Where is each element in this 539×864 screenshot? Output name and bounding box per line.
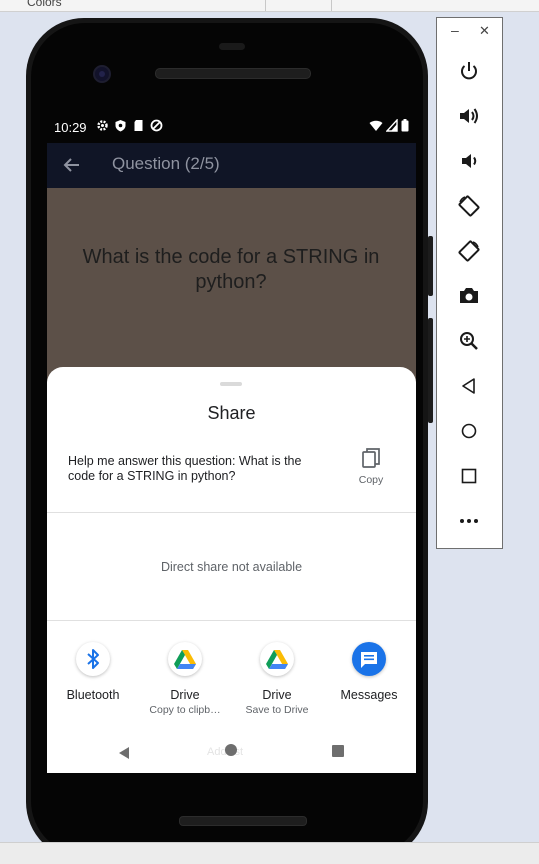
ide-top-strip: Colors: [0, 0, 539, 12]
ide-tab-label[interactable]: Colors: [27, 0, 62, 9]
camera-icon[interactable]: [457, 284, 481, 308]
zoom-icon[interactable]: [457, 329, 481, 353]
emulator-toolbar: – ✕: [436, 17, 503, 549]
status-time: 10:29: [54, 120, 87, 135]
battery-icon: [401, 119, 409, 137]
back-arrow-icon[interactable]: [61, 154, 83, 176]
bluetooth-icon: [76, 642, 110, 676]
front-camera-icon: [93, 65, 111, 83]
earpiece-speaker: [155, 68, 311, 79]
share-target-messages[interactable]: Messages: [323, 642, 415, 702]
ide-divider: [265, 0, 266, 11]
shared-text-preview: Help me answer this question: What is th…: [68, 454, 302, 483]
divider: [47, 512, 416, 513]
side-button: [428, 318, 433, 423]
shield-icon: [114, 119, 127, 132]
app-bar-title: Question (2/5): [112, 154, 220, 173]
android-emulator-device: 10:29 Question (2/5) What is the code fo…: [26, 18, 433, 860]
status-bar: 10:29: [47, 113, 416, 143]
ide-bottom-strip: [0, 842, 539, 864]
share-target-name: Bluetooth: [66, 688, 120, 702]
volume-down-icon[interactable]: [457, 149, 481, 173]
back-icon[interactable]: [457, 374, 481, 398]
signal-icon: [385, 118, 398, 137]
share-target-name: Messages: [340, 688, 398, 702]
home-icon[interactable]: [457, 419, 481, 443]
copy-button[interactable]: Copy: [350, 447, 392, 491]
share-target-name: Drive: [170, 688, 200, 702]
drag-handle[interactable]: [220, 382, 242, 386]
rotate-right-icon[interactable]: [457, 239, 481, 263]
settings-gear-icon: [96, 119, 109, 132]
bottom-speaker: [179, 816, 307, 826]
divider: [47, 620, 416, 621]
sd-card-icon: [132, 119, 145, 132]
side-button: [428, 236, 433, 296]
power-icon[interactable]: [457, 59, 481, 83]
share-target-drive-copy[interactable]: Drive Copy to clipb…: [139, 642, 231, 716]
no-disturb-icon: [150, 119, 163, 132]
share-target-name: Drive: [262, 688, 292, 702]
share-target-subtitle: Save to Drive: [245, 704, 309, 716]
question-text: What is the code for a STRING in python?: [82, 246, 380, 293]
share-target-bluetooth[interactable]: Bluetooth: [47, 642, 139, 702]
app-bar: Question (2/5): [47, 143, 416, 188]
google-drive-icon: [260, 642, 294, 676]
direct-share-empty-text: Direct share not available: [160, 560, 303, 574]
rotate-left-icon[interactable]: [457, 194, 481, 218]
emulator-window-controls: – ✕: [437, 22, 502, 46]
minimize-button[interactable]: –: [451, 22, 459, 38]
copy-icon: [360, 447, 382, 471]
messages-icon: [352, 642, 386, 676]
share-sheet: Share Help me answer this question: What…: [47, 367, 416, 773]
status-notification-icons: [96, 119, 163, 132]
nav-bar: Add list: [47, 733, 416, 773]
more-icon[interactable]: [457, 509, 481, 533]
nav-recents-icon[interactable]: [332, 745, 344, 757]
nav-back-icon[interactable]: [117, 746, 131, 765]
nav-home-icon[interactable]: [225, 744, 237, 756]
volume-up-icon[interactable]: [457, 104, 481, 128]
overview-icon[interactable]: [457, 464, 481, 488]
copy-label: Copy: [358, 474, 384, 486]
proximity-sensor: [219, 43, 245, 50]
status-system-icons: [369, 118, 409, 137]
device-screen: 10:29 Question (2/5) What is the code fo…: [47, 113, 416, 773]
device-bezel: 10:29 Question (2/5) What is the code fo…: [31, 23, 423, 855]
close-button[interactable]: ✕: [479, 23, 490, 39]
wifi-icon: [369, 119, 383, 137]
share-sheet-title: Share: [207, 403, 256, 423]
google-drive-icon: [168, 642, 202, 676]
share-target-subtitle: Copy to clipb…: [149, 704, 221, 716]
ide-divider: [331, 0, 332, 11]
share-target-drive-save[interactable]: Drive Save to Drive: [231, 642, 323, 716]
